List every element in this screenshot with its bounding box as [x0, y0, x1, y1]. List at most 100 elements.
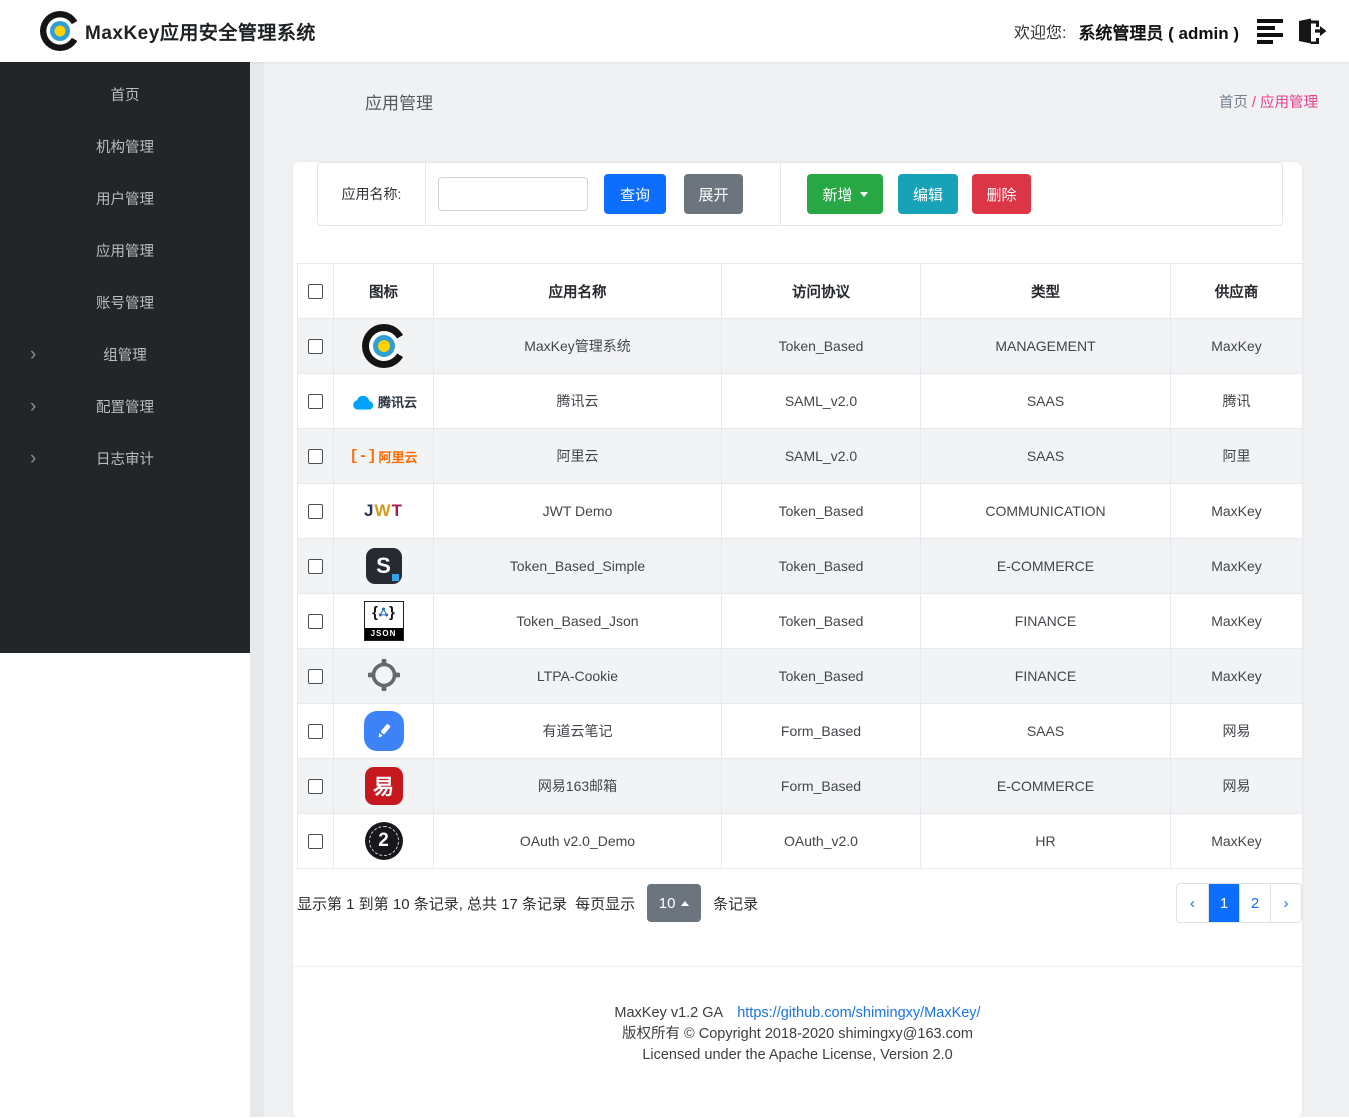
chevron-right-icon: › [30, 343, 37, 365]
protocol-cell: Token_Based [721, 593, 921, 649]
expand-button[interactable]: 展开 [684, 174, 743, 214]
page-1-button[interactable]: 1 [1208, 884, 1239, 922]
current-user: 系统管理员 ( admin ) [1078, 23, 1239, 43]
protocol-cell: Token_Based [721, 538, 921, 594]
table-row[interactable]: [-] 阿里云 阿里云 SAML_v2.0 SAAS 阿里 [297, 428, 1303, 484]
table-row[interactable]: MaxKey管理系统 Token_Based MANAGEMENT MaxKey [297, 318, 1303, 374]
vendor-cell: MaxKey [1170, 593, 1303, 649]
pagination-bar: 显示第 1 到第 10 条记录, 总共 17 条记录 每页显示 10 条记录 ‹… [297, 883, 1302, 923]
row-checkbox[interactable] [308, 614, 323, 630]
sidebar-item-label: 用户管理 [96, 191, 154, 208]
row-checkbox[interactable] [308, 449, 323, 465]
vendor-cell: MaxKey [1170, 648, 1303, 704]
tencent-cloud-icon: 腾讯云 [350, 389, 417, 413]
type-cell: SAAS [920, 428, 1171, 484]
json-icon: {} JSON [363, 601, 404, 641]
logout-icon[interactable] [1295, 17, 1327, 45]
add-button[interactable]: 新增 [807, 174, 883, 214]
vendor-cell: MaxKey [1170, 813, 1303, 869]
sidebar-item[interactable]: 用户管理 [0, 172, 250, 224]
prev-page-button[interactable]: ‹ [1177, 884, 1208, 922]
sidebar-item-label: 机构管理 [96, 139, 154, 156]
table-header-row: 图标 应用名称 访问协议 类型 供应商 [297, 263, 1303, 319]
sidebar-item[interactable]: › 配置管理 [0, 380, 250, 432]
app-name-cell: LTPA-Cookie [433, 648, 722, 704]
row-checkbox[interactable] [308, 559, 323, 575]
table-row[interactable]: 易网易163邮箱 Form_Based E-COMMERCE 网易 [297, 758, 1303, 814]
table-row[interactable]: S Token_Based_Simple Token_Based E-COMMERCE… [297, 538, 1303, 594]
column-header-protocol[interactable]: 访问协议 [721, 263, 921, 319]
column-header-app-name[interactable]: 应用名称 [433, 263, 722, 319]
page-2-button[interactable]: 2 [1239, 884, 1270, 922]
apps-table: 图标 应用名称 访问协议 类型 供应商 MaxKey管理系统 Token_Base… [297, 263, 1303, 869]
edit-button[interactable]: 编辑 [898, 174, 958, 214]
table-row[interactable]: 有道云笔记 Form_Based SAAS 网易 [297, 703, 1303, 759]
type-cell: SAAS [920, 703, 1171, 759]
top-header: MaxKey应用安全管理系统 欢迎您: 系统管理员 ( admin ) [0, 0, 1349, 62]
github-link[interactable]: https://github.com/shimingxy/MaxKey/ [737, 1005, 980, 1021]
next-page-button[interactable]: › [1270, 884, 1301, 922]
sidebar-item[interactable]: 机构管理 [0, 120, 250, 172]
app-name-cell: 腾讯云 [433, 373, 722, 429]
pager: ‹ 1 2 › [1176, 883, 1302, 923]
ltpa-target-icon [365, 656, 403, 697]
type-cell: E-COMMERCE [920, 538, 1171, 594]
sidebar-item[interactable]: 首页 [0, 68, 250, 120]
footer-version: MaxKey v1.2 GA [614, 1005, 724, 1021]
caret-down-icon [859, 192, 868, 201]
app-name-cell: 阿里云 [433, 428, 722, 484]
content-card: 应用名称: 查询 展开 新增 编辑 删除 图标 应用名称 访问协议 类型 供应商… [293, 162, 1303, 1118]
table-row[interactable]: LTPA-Cookie Token_Based FINANCE MaxKey [297, 648, 1303, 704]
query-button[interactable]: 查询 [604, 174, 666, 214]
app-name-cell: OAuth v2.0_Demo [433, 813, 722, 869]
app-name-cell: 网易163邮箱 [433, 758, 722, 814]
select-all-checkbox[interactable] [308, 283, 323, 299]
row-checkbox[interactable] [308, 339, 323, 355]
sidebar: 首页 机构管理 用户管理 应用管理 账号管理 › 组管理 › 配置管理 › 日志审计 [0, 62, 250, 653]
type-cell: MANAGEMENT [920, 318, 1171, 374]
vendor-cell: MaxKey [1170, 318, 1303, 374]
row-checkbox[interactable] [308, 394, 323, 410]
breadcrumb-current: 应用管理 [1260, 95, 1318, 111]
page-size-dropdown[interactable]: 10 [647, 884, 702, 922]
sidebar-item[interactable]: › 组管理 [0, 328, 250, 380]
row-checkbox[interactable] [308, 504, 323, 520]
welcome-label: 欢迎您: [1013, 25, 1067, 42]
type-cell: COMMUNICATION [920, 483, 1171, 539]
row-checkbox[interactable] [308, 724, 323, 740]
table-row[interactable]: JWT JWT Demo Token_Based COMMUNICATION MaxKe… [297, 483, 1303, 539]
sidebar-item[interactable]: 应用管理 [0, 224, 250, 276]
sidebar-item-label: 账号管理 [96, 295, 154, 312]
sidebar-item-label: 日志审计 [96, 451, 154, 468]
sidebar-item[interactable]: 账号管理 [0, 276, 250, 328]
footer-copyright: 版权所有 © Copyright 2018-2020 shimingxy@163… [622, 1026, 973, 1042]
app-name-cell: JWT Demo [433, 483, 722, 539]
protocol-cell: SAML_v2.0 [721, 373, 921, 429]
protocol-cell: Form_Based [721, 703, 921, 759]
delete-button[interactable]: 删除 [972, 174, 1031, 214]
type-cell: E-COMMERCE [920, 758, 1171, 814]
app-name-cell: Token_Based_Json [433, 593, 722, 649]
table-row[interactable]: 腾讯云 腾讯云 SAML_v2.0 SAAS 腾讯 [297, 373, 1303, 429]
vendor-cell: 网易 [1170, 758, 1303, 814]
row-checkbox[interactable] [308, 779, 323, 795]
app-title: MaxKey应用安全管理系统 [85, 22, 316, 44]
menu-list-icon[interactable] [1257, 18, 1283, 44]
column-header-type[interactable]: 类型 [920, 263, 1171, 319]
sidebar-menu: 首页 机构管理 用户管理 应用管理 账号管理 › 组管理 › 配置管理 › 日志审计 [0, 68, 250, 484]
chevron-right-icon: › [30, 395, 37, 417]
table-row[interactable]: {} JSON Token_Based_Json Token_Based FINANCE… [297, 593, 1303, 649]
sidebar-item[interactable]: › 日志审计 [0, 432, 250, 484]
breadcrumb-separator: / [1247, 95, 1260, 111]
breadcrumb-home[interactable]: 首页 [1219, 95, 1248, 111]
column-header-icon[interactable]: 图标 [333, 263, 434, 319]
per-page-label: 每页显示 [575, 895, 636, 913]
column-header-vendor[interactable]: 供应商 [1170, 263, 1303, 319]
row-checkbox[interactable] [308, 669, 323, 685]
protocol-cell: Token_Based [721, 648, 921, 704]
app-name-input[interactable] [438, 177, 588, 211]
row-checkbox[interactable] [308, 834, 323, 850]
app-name-cell: Token_Based_Simple [433, 538, 722, 594]
type-cell: FINANCE [920, 648, 1171, 704]
table-row[interactable]: 2 OAuth v2.0_Demo OAuth_v2.0 HR MaxKey [297, 813, 1303, 869]
